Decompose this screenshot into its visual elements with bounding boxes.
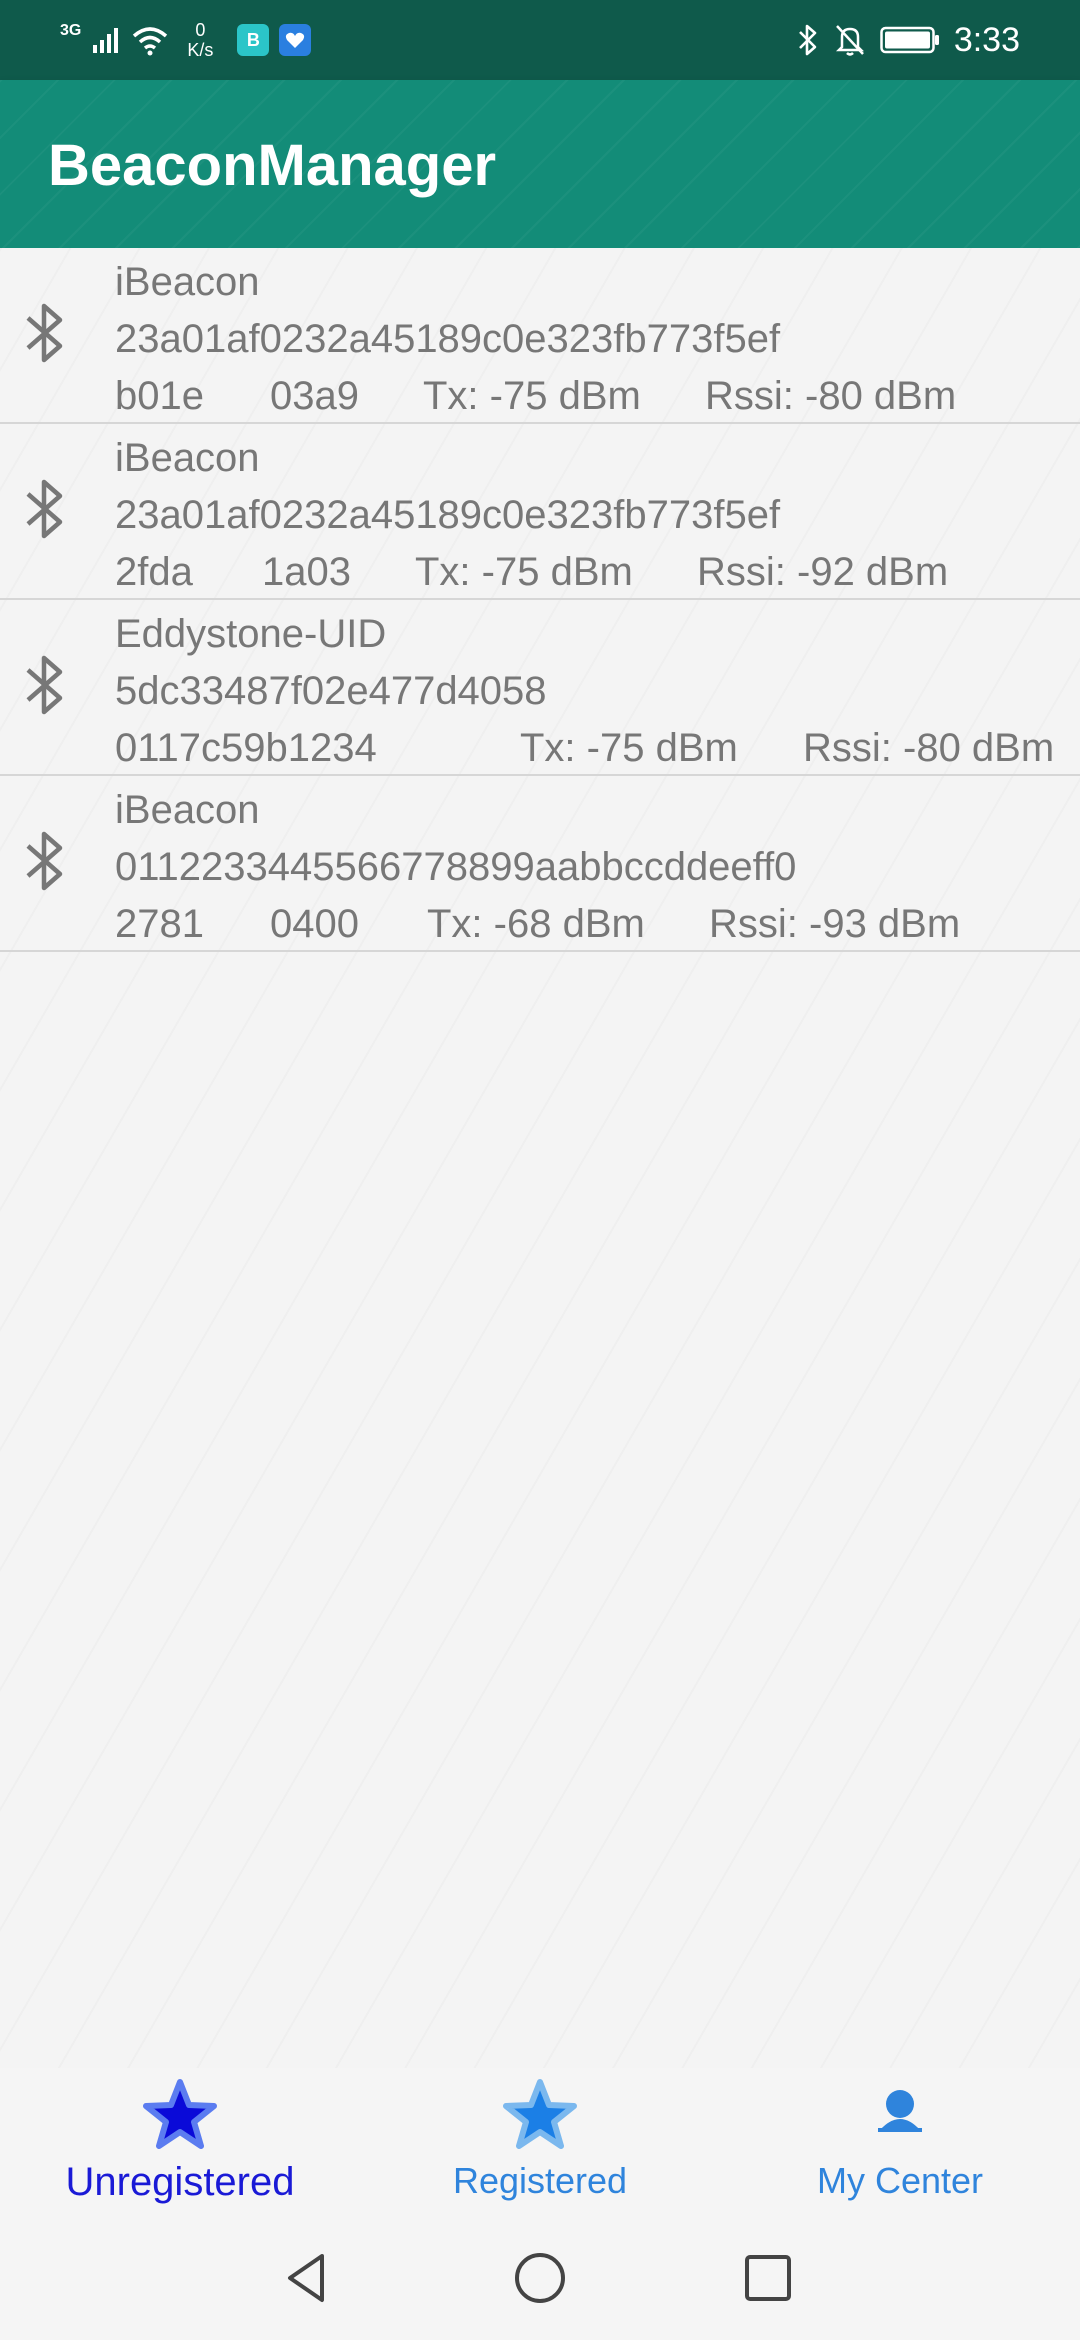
recents-icon[interactable] [738,2248,798,2308]
beacon-minor: 0400 [270,902,359,946]
app-bar: BeaconManager [0,80,1080,248]
beacon-row[interactable]: Eddystone-UID 5dc33487f02e477d4058 0117c… [0,600,1080,776]
beacon-instance: 0117c59b1234 [115,726,377,770]
tab-label: Unregistered [65,2160,295,2204]
beacon-type: iBeacon [115,788,260,832]
beacon-major: b01e [115,374,204,418]
signal-icon [93,28,119,53]
beacon-rssi: Rssi: -92 dBm [697,550,949,594]
beacon-tx: Tx: -75 dBm [415,550,633,594]
status-bar: 3G 0 K/s B 3:33 [0,0,1080,80]
beacon-tx: Tx: -68 dBm [427,902,645,946]
notification-heart-icon [279,24,312,56]
beacon-list: iBeacon 23a01af0232a45189c0e323fb773f5ef… [0,248,1080,2068]
tab-unregistered[interactable]: Unregistered [30,2068,330,2218]
beacon-minor: 1a03 [262,550,351,594]
beacon-rssi: Rssi: -80 dBm [705,374,957,418]
beacon-tx: Tx: -75 dBm [520,726,738,770]
beacon-major: 2781 [115,902,204,946]
mute-bell-icon [835,25,864,56]
home-icon[interactable] [510,2248,570,2308]
bluetooth-icon [26,303,63,363]
beacon-rssi: Rssi: -93 dBm [709,902,961,946]
star-icon [143,2079,217,2149]
beacon-id: 0112233445566778899aabbccddeeff0 [115,845,797,889]
beacon-type: iBeacon [115,436,260,480]
beacon-minor: 03a9 [270,374,359,418]
beacon-row[interactable]: iBeacon 23a01af0232a45189c0e323fb773f5ef… [0,248,1080,424]
beacon-rssi: Rssi: -80 dBm [803,726,1055,770]
app-title: BeaconManager [48,133,497,198]
beacon-row[interactable]: iBeacon 0112233445566778899aabbccddeeff0… [0,776,1080,952]
beacon-id: 5dc33487f02e477d4058 [115,669,547,713]
notification-app-icon: B [237,24,270,56]
beacon-id: 23a01af0232a45189c0e323fb773f5ef [115,493,781,537]
beacon-type: iBeacon [115,260,260,304]
tab-label: My Center [816,2160,984,2201]
status-time: 3:33 [953,20,1020,59]
network-speed: 0 K/s [187,20,213,60]
beacon-id: 23a01af0232a45189c0e323fb773f5ef [115,317,781,361]
tab-label: Registered [452,2160,628,2201]
back-icon[interactable] [278,2248,338,2308]
tab-my-center[interactable]: My Center [750,2068,1050,2218]
bluetooth-icon [26,655,63,715]
battery-icon [880,26,939,54]
bottom-navigation: Unregistered Registered My Center [0,2068,1080,2218]
tab-registered[interactable]: Registered [390,2068,690,2218]
system-navigation-bar [0,2218,1080,2340]
speed-value: 0 [195,20,206,40]
app-icon-letter: B [246,29,260,50]
person-icon [878,2090,922,2132]
beacon-type: Eddystone-UID [115,612,387,656]
wifi-icon [133,27,168,56]
star-icon [503,2079,577,2149]
network-type: 3G [60,22,82,39]
beacon-major: 2fda [115,550,193,594]
beacon-tx: Tx: -75 dBm [423,374,641,418]
bluetooth-icon [798,24,817,56]
speed-unit: K/s [187,40,214,60]
bluetooth-icon [26,831,63,891]
beacon-row[interactable]: iBeacon 23a01af0232a45189c0e323fb773f5ef… [0,424,1080,600]
bluetooth-icon [26,479,63,539]
